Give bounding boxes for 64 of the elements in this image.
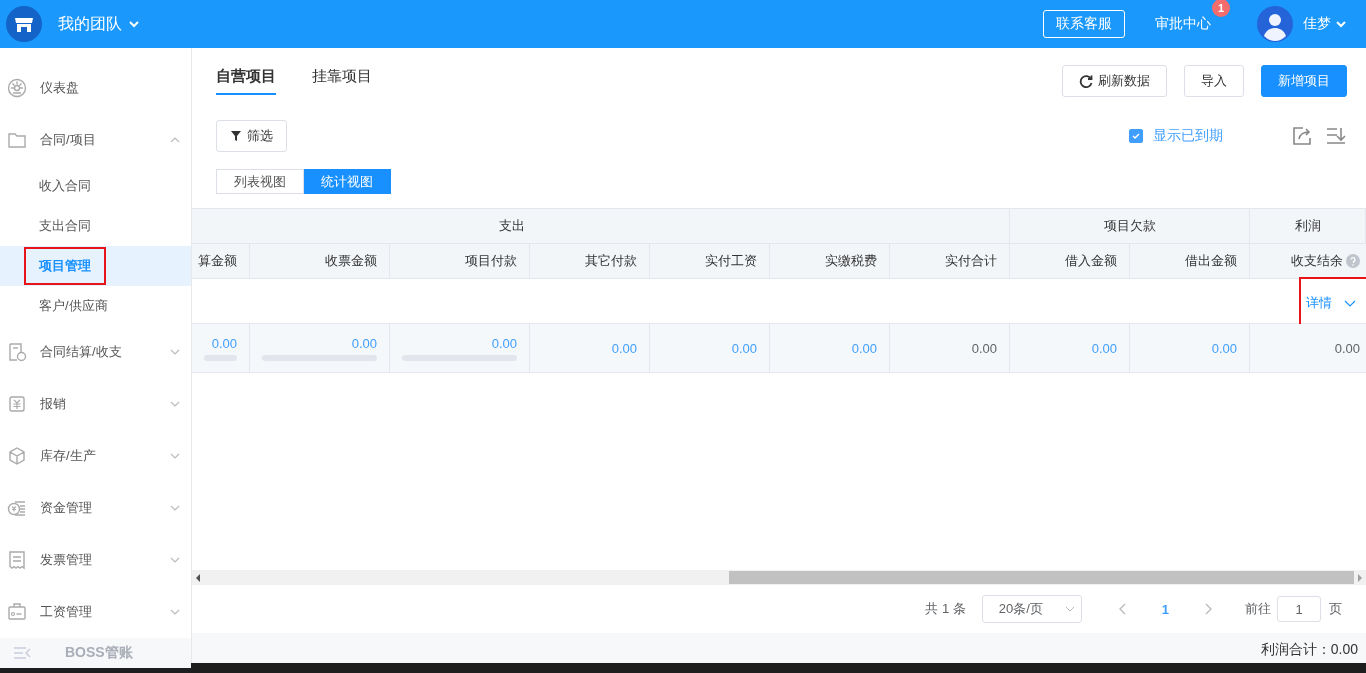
column-header: 项目付款 [390, 244, 530, 279]
column-header: 收支结余 [1291, 252, 1343, 270]
folder-icon [7, 130, 27, 150]
sidebar-item[interactable]: 合同结算/收支 [0, 326, 191, 378]
notification-badge: 1 [1212, 0, 1230, 17]
store-logo-icon [6, 6, 42, 42]
table-group-header: 利润 [1250, 209, 1366, 244]
sidebar-subitem[interactable]: 收入合同 [26, 169, 104, 203]
yuan-square-icon [7, 394, 27, 414]
details-link[interactable]: 详情 [1301, 279, 1366, 327]
column-header: 其它付款 [530, 244, 650, 279]
sidebar-item[interactable]: 资金管理 [0, 482, 191, 534]
document-icon [7, 342, 27, 362]
column-header: 实缴税费 [770, 244, 890, 279]
table-group-header: 支出 [192, 209, 1010, 244]
sidebar-footer-label: BOSS管账 [65, 644, 133, 662]
next-page-icon [1203, 603, 1213, 615]
import-button[interactable]: 导入 [1184, 65, 1244, 97]
filter-button[interactable]: 筛选 [216, 120, 287, 152]
refresh-icon [1079, 74, 1093, 88]
gauge-icon [7, 78, 27, 98]
sidebar-item[interactable]: 库存/生产 [0, 430, 191, 482]
sidebar-item[interactable]: 工资管理 [0, 586, 191, 638]
page-size-select[interactable]: 20条/页 [981, 595, 1082, 623]
page-unit-label: 页 [1329, 600, 1342, 618]
table-group-header: 项目欠款 [1010, 209, 1250, 244]
tab[interactable]: 挂靠项目 [312, 60, 372, 95]
view-toggle[interactable]: 列表视图 [216, 169, 304, 194]
avatar-icon [1257, 6, 1293, 42]
help-icon [1346, 254, 1360, 268]
id-card-icon [7, 602, 27, 622]
column-header: 借入金额 [1010, 244, 1130, 279]
checkbox[interactable] [1129, 129, 1143, 143]
horizontal-scrollbar[interactable] [192, 570, 1366, 585]
sidebar-subitem[interactable]: 客户/供应商 [26, 289, 121, 323]
column-header: 算金额 [192, 244, 250, 279]
export-icon[interactable] [1291, 125, 1313, 147]
sidebar-item[interactable]: 发票管理 [0, 534, 191, 586]
funnel-icon [230, 130, 242, 142]
profit-total: 利润合计：0.00 [1260, 641, 1358, 659]
total-count: 共 1 条 [925, 600, 966, 618]
sort-icon[interactable] [1325, 125, 1347, 147]
cube-icon [7, 446, 27, 466]
caret-icon [1335, 18, 1347, 30]
column-header: 实付合计 [890, 244, 1010, 279]
sidebar-item[interactable]: 报销 [0, 378, 191, 430]
previous-page-icon [1117, 603, 1128, 615]
table-cell: 0.00 [1334, 340, 1360, 356]
column-header: 收票金额 [250, 244, 390, 279]
column-header: 实付工资 [650, 244, 770, 279]
page-input[interactable]: 1 [1277, 596, 1321, 622]
goto-label: 前往 [1245, 600, 1271, 618]
caret-icon [1064, 604, 1075, 614]
receipt-icon [7, 550, 27, 570]
coin-stack-icon [7, 498, 27, 518]
sidebar-subitem[interactable]: 支出合同 [26, 209, 104, 243]
tab[interactable]: 自营项目 [216, 60, 276, 95]
sidebar-item[interactable]: 合同/项目 [0, 114, 191, 166]
sidebar-item[interactable]: 仪表盘 [0, 62, 191, 114]
column-header: 借出金额 [1130, 244, 1250, 279]
caret-icon [128, 18, 140, 30]
checkmark-icon [1131, 131, 1141, 141]
table-cell: 0.00 [971, 340, 997, 356]
refresh-button[interactable]: 刷新数据 [1062, 65, 1167, 97]
